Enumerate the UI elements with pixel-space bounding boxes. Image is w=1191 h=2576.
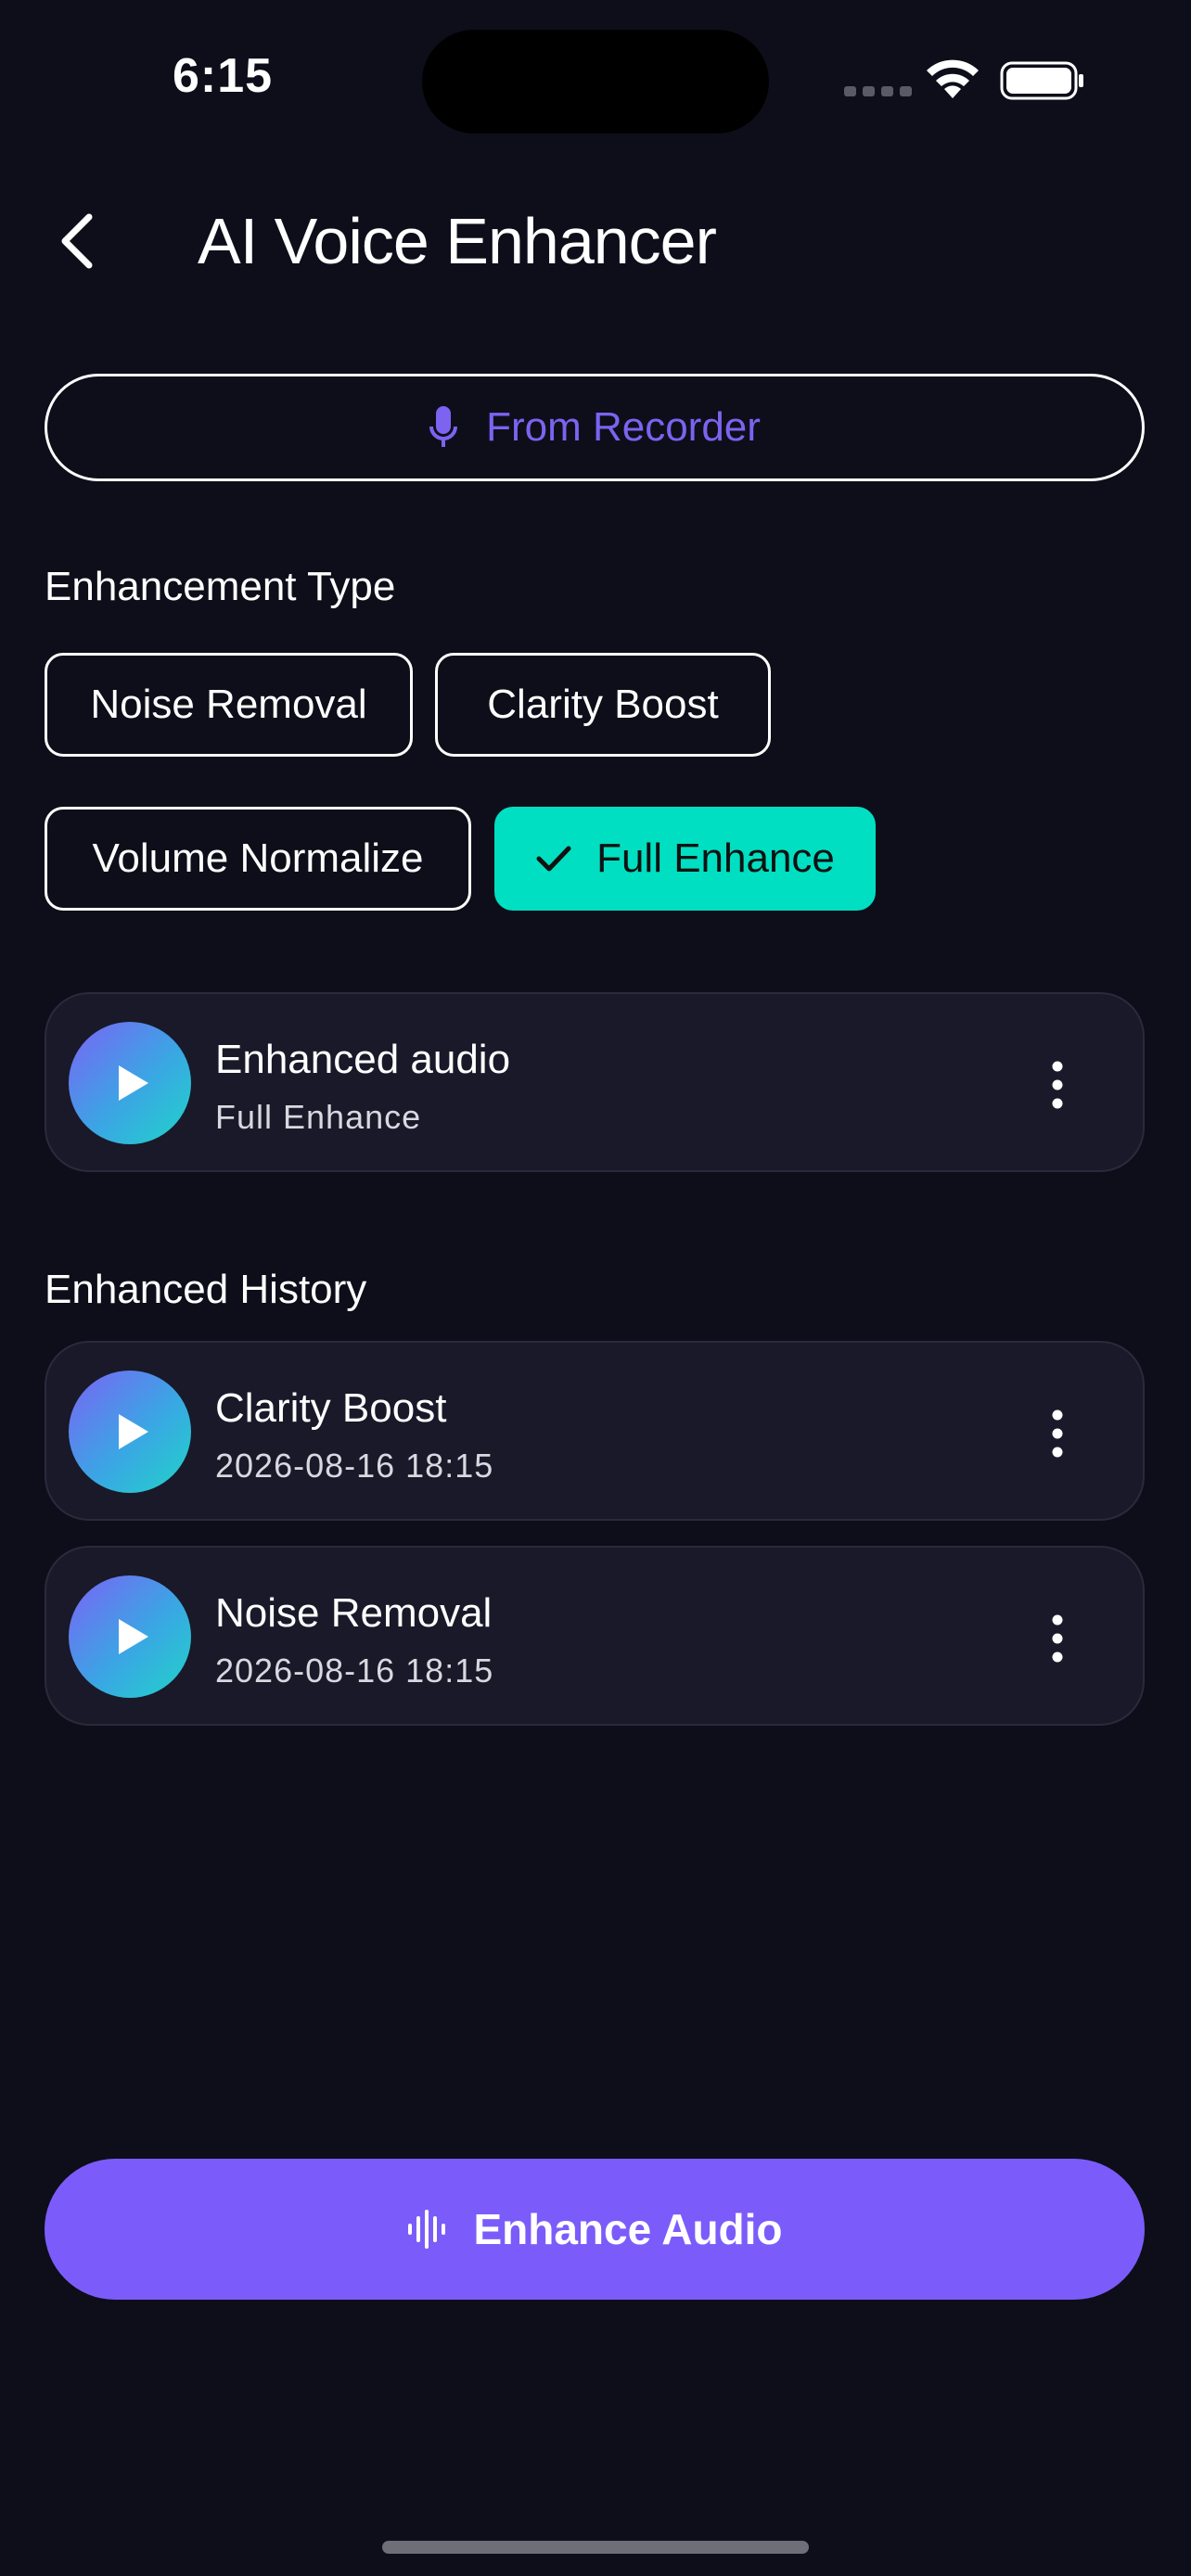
waveform-icon xyxy=(408,2210,446,2249)
enhanced-history-heading: Enhanced History xyxy=(45,1267,367,1312)
history-item-timestamp: 2026-08-16 18:15 xyxy=(215,1651,494,1690)
chip-label: Clarity Boost xyxy=(487,682,719,727)
enhance-audio-button[interactable]: Enhance Audio xyxy=(45,2159,1145,2300)
more-vertical-icon[interactable] xyxy=(1048,1613,1067,1664)
more-vertical-icon[interactable] xyxy=(1048,1408,1067,1460)
enhanced-audio-card[interactable]: Enhanced audio Full Enhance xyxy=(45,992,1145,1172)
play-button[interactable] xyxy=(69,1022,191,1144)
history-item-title: Clarity Boost xyxy=(215,1385,447,1431)
card-subtitle: Full Enhance xyxy=(215,1098,422,1136)
home-indicator xyxy=(382,2541,809,2554)
status-time: 6:15 xyxy=(173,49,274,103)
from-recorder-button[interactable]: From Recorder xyxy=(45,374,1145,481)
history-item-title: Noise Removal xyxy=(215,1590,493,1636)
history-item-timestamp: 2026-08-16 18:15 xyxy=(215,1447,494,1485)
chip-noise-removal[interactable]: Noise Removal xyxy=(45,653,413,757)
card-title: Enhanced audio xyxy=(215,1037,511,1082)
battery-icon xyxy=(1000,61,1083,100)
chip-label: Volume Normalize xyxy=(92,835,424,881)
back-chevron-icon[interactable] xyxy=(56,211,96,271)
chip-label: Full Enhance xyxy=(596,835,835,881)
wifi-icon xyxy=(927,59,979,98)
page-title: AI Voice Enhancer xyxy=(198,205,717,277)
history-item[interactable]: Clarity Boost 2026-08-16 18:15 xyxy=(45,1341,1145,1521)
microphone-icon xyxy=(429,406,458,447)
play-button[interactable] xyxy=(69,1371,191,1493)
play-button[interactable] xyxy=(69,1575,191,1698)
play-icon xyxy=(119,1414,148,1449)
chip-label: Noise Removal xyxy=(90,682,367,727)
play-icon xyxy=(119,1065,148,1101)
more-vertical-icon[interactable] xyxy=(1048,1059,1067,1111)
chip-full-enhance[interactable]: Full Enhance xyxy=(494,807,876,911)
enhancement-type-heading: Enhancement Type xyxy=(45,564,396,609)
enhance-audio-label: Enhance Audio xyxy=(473,2205,783,2253)
checkmark-icon xyxy=(536,846,571,872)
chip-clarity-boost[interactable]: Clarity Boost xyxy=(435,653,771,757)
dynamic-island xyxy=(422,30,769,134)
history-item[interactable]: Noise Removal 2026-08-16 18:15 xyxy=(45,1546,1145,1726)
from-recorder-label: From Recorder xyxy=(486,404,761,450)
play-icon xyxy=(119,1619,148,1654)
chip-volume-normalize[interactable]: Volume Normalize xyxy=(45,807,471,911)
cellular-signal-icon xyxy=(844,86,912,96)
